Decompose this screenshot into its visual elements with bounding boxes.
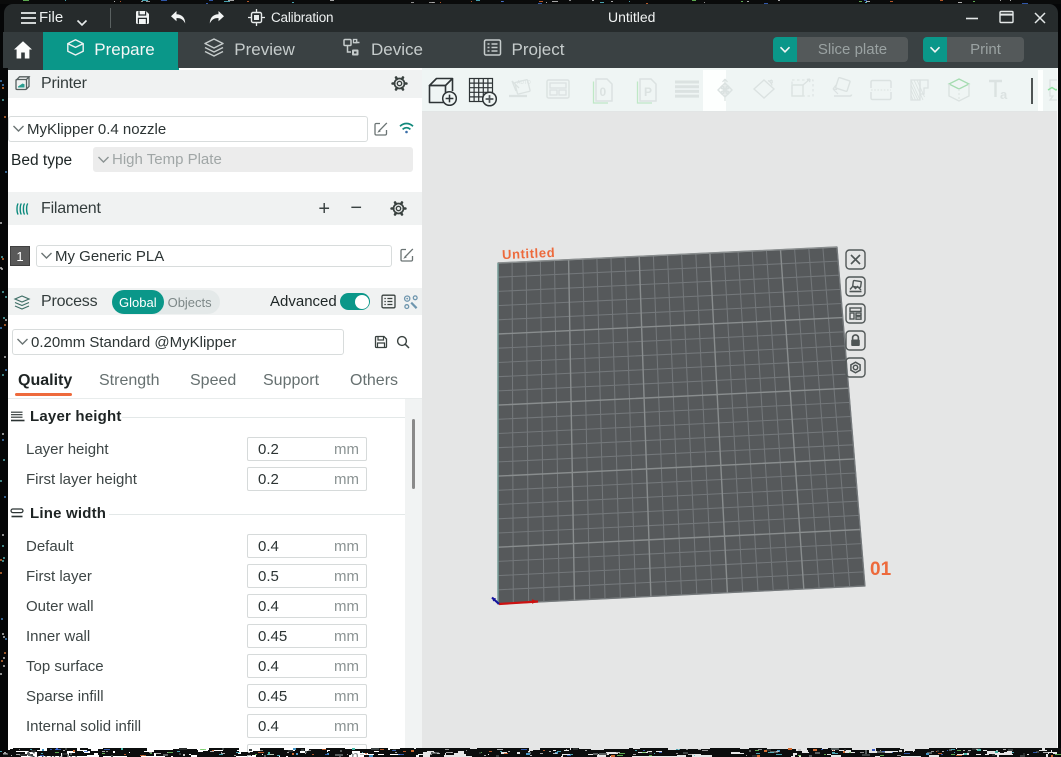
svg-text:a: a (1000, 87, 1008, 102)
svg-text:AUTO: AUTO (517, 80, 531, 86)
svg-text:P: P (644, 85, 652, 99)
svg-text:0: 0 (600, 85, 607, 99)
